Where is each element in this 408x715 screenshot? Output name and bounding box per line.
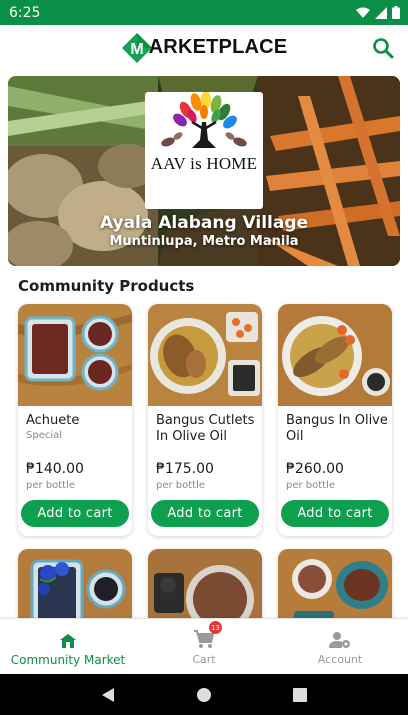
product-name: Bangus Cutlets In Olive Oil <box>156 413 255 444</box>
product-image-butterfly-pea <box>18 549 132 629</box>
product-card[interactable] <box>278 549 392 629</box>
status-bar: 6:25 <box>0 0 408 25</box>
account-settings-icon <box>329 632 350 648</box>
product-price: ₱140.00 <box>26 461 84 477</box>
add-to-cart-button[interactable]: Add to cart <box>281 500 389 527</box>
add-to-cart-button[interactable]: Add to cart <box>151 500 259 527</box>
product-name: Achuete <box>26 413 80 428</box>
product-image-bangus-cutlets <box>148 304 262 406</box>
product-card[interactable] <box>18 549 132 629</box>
search-button[interactable] <box>370 35 396 61</box>
status-time: 6:25 <box>9 4 41 21</box>
status-icons <box>356 6 400 19</box>
logo-letter: M <box>130 41 143 58</box>
community-banner: AAV is HOME Ayala Alabang Village Muntin… <box>8 76 400 266</box>
product-unit: per bottle <box>286 480 336 491</box>
store-icon <box>60 633 76 648</box>
wifi-icon <box>356 7 370 18</box>
community-logo: AAV is HOME <box>145 92 263 209</box>
nav-label: Cart <box>192 653 216 666</box>
product-price: ₱175.00 <box>156 461 214 477</box>
nav-community-market[interactable]: Community Market <box>0 619 136 674</box>
app-bar: M ARKETPLACE <box>0 25 408 70</box>
product-card[interactable]: Bangus Cutlets In Olive Oil ₱175.00 per … <box>148 304 262 536</box>
product-variant: Special <box>26 430 63 441</box>
add-to-cart-button[interactable]: Add to cart <box>21 500 129 527</box>
nav-account[interactable]: Account <box>272 619 408 674</box>
marketplace-logo-icon: M <box>121 32 152 63</box>
back-icon[interactable] <box>101 687 115 703</box>
product-image-sauce <box>278 549 392 629</box>
product-unit: per bottle <box>26 480 76 491</box>
product-name: Bangus In Olive Oil <box>286 413 388 444</box>
cart-count-badge: 13 <box>209 621 222 634</box>
product-card[interactable]: Bangus In Olive Oil ₱260.00 per bottle A… <box>278 304 392 536</box>
product-image-bangus-olive-oil <box>278 304 392 406</box>
product-price: ₱260.00 <box>286 461 344 477</box>
section-title: Community Products <box>18 277 195 295</box>
recents-icon[interactable] <box>293 687 308 702</box>
battery-icon <box>392 6 400 19</box>
nav-label: Account <box>317 653 363 666</box>
search-icon <box>373 38 394 59</box>
nav-label: Community Market <box>10 652 126 667</box>
tree-logo-icon <box>161 92 247 148</box>
home-icon[interactable] <box>196 687 212 703</box>
community-logo-text: AAV is HOME <box>150 154 258 173</box>
product-unit: per bottle <box>156 480 206 491</box>
signal-icon <box>375 6 387 19</box>
app-title: ARKETPLACE <box>148 36 288 58</box>
product-card[interactable]: Achuete Special ₱140.00 per bottle Add t… <box>18 304 132 536</box>
app-logo: M ARKETPLACE <box>121 32 288 64</box>
nav-cart[interactable]: 13 Cart <box>136 619 272 674</box>
community-name: Ayala Alabang Village <box>99 213 309 233</box>
product-card[interactable] <box>148 549 262 629</box>
system-navigation-bar <box>0 674 408 715</box>
community-location: Muntinlupa, Metro Manila <box>109 234 299 249</box>
product-image-chocolate <box>148 549 262 629</box>
product-image-achuete <box>18 304 132 406</box>
bottom-navigation: Community Market 13 Cart Account <box>0 618 408 674</box>
